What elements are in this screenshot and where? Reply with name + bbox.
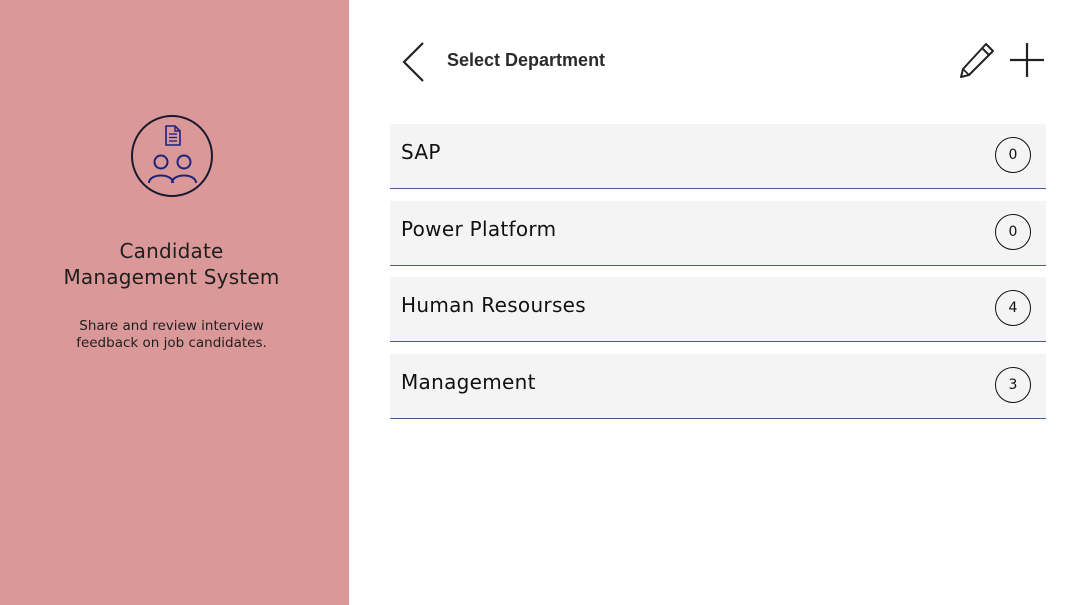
app-subtitle-line2: feedback on job candidates. — [76, 335, 267, 351]
department-item-sap[interactable]: SAP 0 — [390, 124, 1046, 189]
edit-button[interactable] — [958, 41, 996, 79]
department-count-badge: 0 — [995, 213, 1031, 250]
app-subtitle: Share and review interview feedback on j… — [0, 318, 343, 352]
plus-icon — [1010, 43, 1044, 77]
department-count-badge: 3 — [995, 366, 1031, 403]
add-button[interactable] — [1008, 41, 1046, 79]
app-title-line1: Candidate — [119, 239, 224, 263]
department-name: SAP — [401, 140, 441, 164]
back-button[interactable] — [400, 40, 430, 84]
app-subtitle-line1: Share and review interview — [79, 318, 264, 334]
app-title-line2: Management System — [63, 265, 280, 289]
page-header: Select Department — [390, 36, 1046, 88]
department-name: Human Resourses — [401, 293, 586, 317]
department-count-badge: 4 — [995, 290, 1031, 326]
department-list: SAP 0 Power Platform 0 Human Resourses 4… — [390, 124, 1046, 430]
app-logo — [131, 115, 213, 197]
app-title: Candidate Management System — [0, 238, 343, 290]
department-name: Power Platform — [401, 216, 557, 241]
candidates-document-icon — [148, 125, 197, 184]
department-item-management[interactable]: Management 3 — [390, 353, 1046, 419]
app-screen: Candidate Management System Share and re… — [0, 0, 1085, 605]
sidebar-panel: Candidate Management System Share and re… — [0, 0, 349, 605]
department-count-badge: 0 — [995, 137, 1031, 173]
chevron-left-icon — [402, 42, 424, 82]
pencil-icon — [960, 43, 994, 78]
department-name: Management — [401, 369, 536, 394]
department-item-human-resources[interactable]: Human Resourses 4 — [390, 277, 1046, 342]
department-item-power-platform[interactable]: Power Platform 0 — [390, 200, 1046, 266]
page-title: Select Department — [447, 50, 606, 70]
